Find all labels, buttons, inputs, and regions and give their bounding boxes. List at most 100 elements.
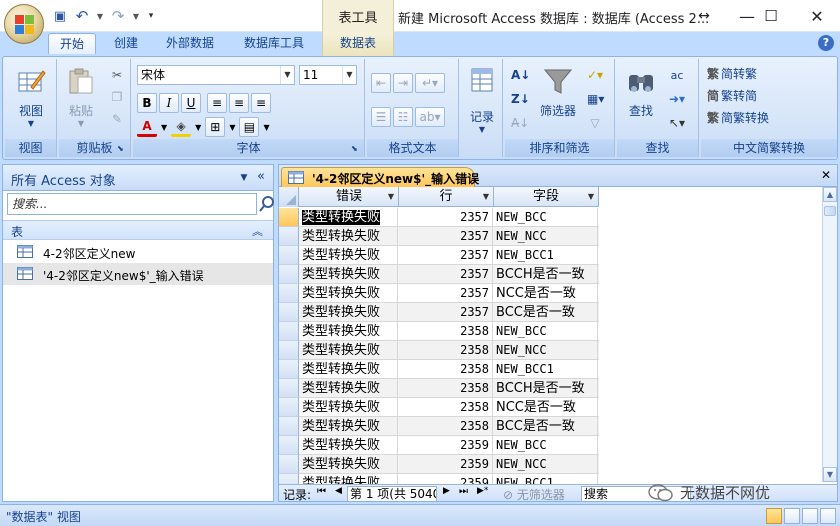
column-header-row[interactable]: 行 ▼ <box>399 187 494 207</box>
align-left-icon[interactable]: ≡ <box>207 93 227 113</box>
datasheet-view-icon[interactable] <box>766 508 782 524</box>
vertical-scrollbar[interactable]: ▲ ▼ <box>822 187 837 482</box>
scroll-down-icon[interactable]: ▼ <box>823 467 837 482</box>
row-selector[interactable] <box>279 379 299 398</box>
table-row[interactable]: 类型转换失败 2357 NEW_NCC <box>279 227 599 246</box>
numbered-list-icon[interactable]: ☰ <box>371 107 391 127</box>
office-button[interactable] <box>4 4 44 44</box>
align-center-icon[interactable]: ≡ <box>229 93 249 113</box>
pivot-table-view-icon[interactable] <box>784 508 800 524</box>
row-selector[interactable] <box>279 417 299 436</box>
cell-row[interactable]: 2358 <box>399 360 493 379</box>
nav-search-input[interactable]: 搜索... <box>7 193 257 215</box>
table-row[interactable]: 类型转换失败 2357 NEW_BCC1 <box>279 246 599 265</box>
document-tab[interactable]: '4-2邻区定义new$'_输入错误 <box>281 167 479 187</box>
table-row[interactable]: 类型转换失败 2357 BCCH是否一致 <box>279 265 599 284</box>
design-view-icon[interactable] <box>820 508 836 524</box>
cell-field[interactable]: NEW_BCC <box>494 208 598 227</box>
pivot-chart-view-icon[interactable] <box>802 508 818 524</box>
cell-field[interactable]: NEW_BCC1 <box>494 246 598 265</box>
cell-row[interactable]: 2357 <box>399 246 493 265</box>
underline-button[interactable]: U <box>181 93 201 113</box>
cell-error[interactable]: 类型转换失败 <box>300 379 398 398</box>
row-selector[interactable] <box>279 208 299 227</box>
italic-button[interactable]: I <box>159 93 179 113</box>
save-icon[interactable]: ▣ <box>52 8 68 24</box>
cell-error[interactable]: 类型转换失败 <box>300 246 398 265</box>
chevron-down-icon[interactable]: ▼ <box>261 117 271 137</box>
nav-menu-chevron-icon[interactable]: ▼ <box>237 171 251 185</box>
cell-field[interactable]: BCCH是否一致 <box>494 265 598 284</box>
new-record-icon[interactable]: ▶* <box>477 486 488 496</box>
redo-icon[interactable]: ↷ <box>110 7 126 25</box>
cell-error[interactable]: 类型转换失败 <box>300 227 398 246</box>
nav-pane-header[interactable]: 所有 Access 对象 ▼ « <box>3 165 273 191</box>
row-selector[interactable] <box>279 360 299 379</box>
table-row[interactable]: 类型转换失败 2359 NEW_BCC <box>279 436 599 455</box>
row-selector[interactable] <box>279 284 299 303</box>
nav-group-tables[interactable]: 表 ︽ <box>3 220 273 240</box>
cell-row[interactable]: 2358 <box>399 417 493 436</box>
last-record-icon[interactable]: ⏭ <box>459 486 468 497</box>
table-row[interactable]: 类型转换失败 2357 NEW_BCC <box>279 208 599 227</box>
tab-home[interactable]: 开始 <box>48 33 96 54</box>
resize-icon[interactable]: ↔ <box>684 0 724 32</box>
fill-color-icon[interactable]: ◈ <box>171 117 192 137</box>
row-selector[interactable] <box>279 436 299 455</box>
record-position-field[interactable]: 第 1 项(共 5040 <box>347 486 437 501</box>
redo-dropdown-icon[interactable]: ▼ <box>132 8 140 24</box>
decrease-indent-icon[interactable]: ⇤ <box>371 73 391 93</box>
simp-to-trad-button[interactable]: 繁 简转繁 <box>707 65 757 82</box>
row-selector[interactable] <box>279 322 299 341</box>
customize-qat-icon[interactable]: ▾ <box>146 8 156 24</box>
row-selector[interactable] <box>279 303 299 322</box>
cell-row[interactable]: 2357 <box>399 208 493 227</box>
cell-row[interactable]: 2358 <box>399 341 493 360</box>
no-filter-indicator[interactable]: ⊘ 无筛选器 <box>503 486 565 501</box>
font-color-button[interactable]: A <box>137 117 157 137</box>
highlight-icon[interactable]: ab▾ <box>415 107 445 127</box>
help-icon[interactable]: ? <box>818 35 834 51</box>
chevron-down-icon[interactable]: ▼ <box>159 117 169 137</box>
cell-error[interactable]: 类型转换失败 <box>300 436 398 455</box>
undo-icon[interactable]: ↶ <box>74 7 90 25</box>
tab-database-tools[interactable]: 数据库工具 <box>236 33 312 54</box>
cell-field[interactable]: NEW_NCC <box>494 227 598 246</box>
view-button[interactable]: 视图 ▼ <box>11 65 51 128</box>
search-icon[interactable] <box>259 195 275 213</box>
undo-dropdown-icon[interactable]: ▼ <box>96 8 104 24</box>
close-document-icon[interactable]: ✕ <box>821 168 831 182</box>
table-row[interactable]: 类型转换失败 2358 NEW_BCC1 <box>279 360 599 379</box>
cell-error[interactable]: 类型转换失败 <box>300 360 398 379</box>
cell-field[interactable]: NCC是否一致 <box>494 284 598 303</box>
format-painter-icon[interactable]: ✎ <box>107 109 127 129</box>
previous-record-icon[interactable]: ◀ <box>335 486 342 496</box>
row-selector[interactable] <box>279 246 299 265</box>
clipboard-dialog-launcher-icon[interactable]: ⬊ <box>117 144 127 154</box>
goto-icon[interactable]: ➜▾ <box>667 89 687 109</box>
table-row[interactable]: 类型转换失败 2357 NCC是否一致 <box>279 284 599 303</box>
nav-item-table[interactable]: 4-2邻区定义new <box>3 241 273 263</box>
gridlines-icon[interactable]: ⊞ <box>205 117 226 137</box>
tab-datasheet[interactable]: 数据表 <box>326 33 390 54</box>
row-selector[interactable] <box>279 341 299 360</box>
cell-row[interactable]: 2358 <box>399 379 493 398</box>
cell-error[interactable]: 类型转换失败 <box>300 417 398 436</box>
table-row[interactable]: 类型转换失败 2359 NEW_NCC <box>279 455 599 474</box>
table-row[interactable]: 类型转换失败 2358 BCC是否一致 <box>279 417 599 436</box>
toggle-filter-icon[interactable]: ▽ <box>585 113 605 133</box>
table-row[interactable]: 类型转换失败 2358 NEW_BCC <box>279 322 599 341</box>
cell-row[interactable]: 2358 <box>399 398 493 417</box>
cell-field[interactable]: NEW_BCC <box>494 322 598 341</box>
table-row[interactable]: 类型转换失败 2358 NEW_NCC <box>279 341 599 360</box>
table-row[interactable]: 类型转换失败 2358 NCC是否一致 <box>279 398 599 417</box>
replace-icon[interactable]: ac <box>667 65 687 85</box>
cell-error[interactable]: 类型转换失败 <box>300 208 398 227</box>
paragraph-direction-icon[interactable]: ↵▾ <box>415 73 445 93</box>
cell-row[interactable]: 2358 <box>399 322 493 341</box>
copy-icon[interactable]: ❐ <box>107 87 127 107</box>
cell-field[interactable]: NEW_BCC1 <box>494 360 598 379</box>
filter-button[interactable]: 筛选器 <box>535 65 581 119</box>
tab-external-data[interactable]: 外部数据 <box>158 33 222 54</box>
cell-field[interactable]: BCC是否一致 <box>494 303 598 322</box>
